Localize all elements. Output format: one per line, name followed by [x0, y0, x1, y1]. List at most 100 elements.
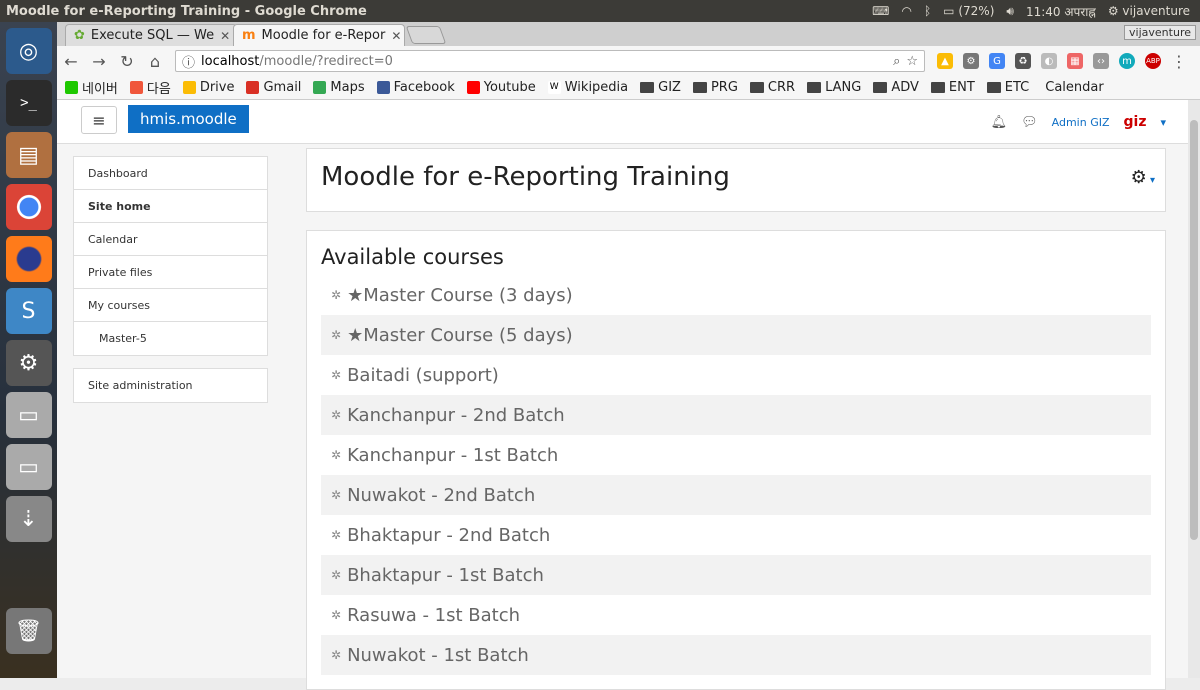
- bookmark-drive[interactable]: Drive: [182, 80, 234, 95]
- close-icon[interactable]: ✕: [391, 29, 401, 43]
- reload-icon[interactable]: ↻: [119, 52, 135, 71]
- bookmark-label: ETC: [1004, 80, 1030, 95]
- clipper-extension-icon[interactable]: ◐: [1041, 53, 1057, 69]
- keyboard-icon[interactable]: ⌨: [872, 4, 889, 18]
- course-item[interactable]: ✲ Nuwakot - 2nd Batch: [321, 475, 1151, 515]
- course-item[interactable]: ✲ ★Master Course (3 days): [321, 275, 1151, 315]
- bookmark-ent[interactable]: ENT: [930, 80, 975, 95]
- bookmark-calendar[interactable]: Calendar: [1041, 80, 1103, 95]
- drive-extension-icon[interactable]: ▲: [937, 53, 953, 69]
- course-icon: ✲: [331, 488, 342, 502]
- nav-item-dashboard[interactable]: Dashboard: [74, 157, 267, 190]
- bookmark-lang[interactable]: LANG: [807, 80, 861, 95]
- forward-arrow-icon[interactable]: →: [91, 52, 107, 71]
- system-settings-icon[interactable]: ⚙: [5, 340, 52, 386]
- course-item[interactable]: ✲ Nuwakot - 1st Batch: [321, 635, 1151, 675]
- course-item[interactable]: ✲ Kanchanpur - 1st Batch: [321, 435, 1151, 475]
- settings-gear-icon: ⚙: [1107, 4, 1119, 18]
- tab-execute-sql[interactable]: ✿ Execute SQL — We ✕: [65, 24, 237, 46]
- close-icon[interactable]: ✕: [220, 29, 230, 43]
- chrome-icon[interactable]: [5, 184, 52, 230]
- nav-item-my-courses[interactable]: My courses: [74, 289, 267, 322]
- address-bar[interactable]: ⓘ localhost/moodle/?redirect=0 ⌕ ☆: [175, 50, 925, 72]
- course-item[interactable]: ✲ Bhaktapur - 2nd Batch: [321, 515, 1151, 555]
- firefox-icon[interactable]: [5, 236, 52, 282]
- simplenote-icon[interactable]: S: [5, 288, 52, 334]
- user-name[interactable]: Admin GIZ: [1052, 116, 1110, 129]
- bookmark-etc[interactable]: ETC: [986, 80, 1030, 95]
- course-link[interactable]: Baitadi (support): [347, 365, 499, 386]
- recycle-extension-icon[interactable]: ♻: [1015, 53, 1031, 69]
- adblock-icon[interactable]: ABP: [1145, 53, 1161, 69]
- nav-item-private-files[interactable]: Private files: [74, 256, 267, 289]
- bookmark-crr[interactable]: CRR: [749, 80, 795, 95]
- course-link[interactable]: Nuwakot - 2nd Batch: [347, 485, 535, 506]
- info-icon[interactable]: ⓘ: [182, 52, 195, 71]
- bookmark--[interactable]: 다음: [129, 78, 171, 97]
- wifi-icon[interactable]: ◠: [901, 4, 911, 18]
- nav-item-master-5[interactable]: Master-5: [74, 322, 267, 355]
- bookmark-gmail[interactable]: Gmail: [246, 80, 301, 95]
- new-tab-button[interactable]: [405, 26, 447, 44]
- page-scrollbar[interactable]: [1188, 100, 1200, 678]
- nav-item-calendar[interactable]: Calendar: [74, 223, 267, 256]
- clock[interactable]: 11:40 अपराह्न: [1026, 3, 1096, 20]
- zoom-icon[interactable]: ⌕: [893, 54, 900, 69]
- battery-indicator[interactable]: ▭ (72%): [943, 4, 994, 18]
- home-icon[interactable]: ⌂: [147, 52, 163, 71]
- bookmark-youtube[interactable]: Youtube: [466, 80, 536, 95]
- course-item[interactable]: ✲ Kanchanpur - 2nd Batch: [321, 395, 1151, 435]
- code-extension-icon[interactable]: ‹›: [1093, 53, 1109, 69]
- bookmark-label: GIZ: [658, 80, 681, 95]
- calendar-extension-icon[interactable]: ▦: [1067, 53, 1083, 69]
- caret-down-icon[interactable]: ▾: [1160, 116, 1166, 129]
- star-icon[interactable]: ☆: [906, 54, 918, 69]
- tab-moodle[interactable]: m Moodle for e-Repor ✕: [233, 24, 405, 46]
- bookmark-giz[interactable]: GIZ: [640, 80, 681, 95]
- course-link[interactable]: Bhaktapur - 2nd Batch: [347, 525, 550, 546]
- usb-icon[interactable]: ⇣: [5, 496, 52, 542]
- bookmark-maps[interactable]: Maps: [313, 80, 365, 95]
- scrollbar-thumb[interactable]: [1190, 120, 1198, 540]
- drive-disk-icon[interactable]: ▭: [5, 444, 52, 490]
- file-cabinet-icon[interactable]: ▤: [5, 132, 52, 178]
- user-avatar[interactable]: giz: [1124, 114, 1147, 130]
- course-item[interactable]: ✲ ★Master Course (5 days): [321, 315, 1151, 355]
- profile-badge[interactable]: vijaventure: [1124, 25, 1196, 40]
- bookmark--[interactable]: 네이버: [65, 78, 118, 97]
- bookmark-prg[interactable]: PRG: [692, 80, 738, 95]
- course-item[interactable]: ✲ Rasuwa - 1st Batch: [321, 595, 1151, 635]
- course-item[interactable]: ✲ Bhaktapur - 1st Batch: [321, 555, 1151, 595]
- terminal-icon[interactable]: >_: [5, 80, 52, 126]
- chat-icon[interactable]: 💬︎: [1021, 115, 1038, 130]
- bell-icon[interactable]: 🔔︎: [991, 115, 1008, 130]
- drive-disk-icon[interactable]: ▭: [5, 392, 52, 438]
- settings-menu[interactable]: ⚙ ▾: [1131, 167, 1155, 188]
- volume-icon[interactable]: 🔊︎: [1006, 4, 1014, 19]
- trash-icon[interactable]: 🗑︎: [5, 608, 52, 654]
- course-link[interactable]: Kanchanpur - 1st Batch: [347, 445, 558, 466]
- course-link[interactable]: ★Master Course (5 days): [347, 325, 573, 346]
- ubuntu-dash-icon[interactable]: ◎: [5, 28, 52, 74]
- menu-kebab-icon[interactable]: ⋮: [1171, 52, 1187, 71]
- folder-icon: [692, 82, 707, 93]
- nav-drawer-toggle[interactable]: ≡: [81, 106, 117, 134]
- translate-extension-icon[interactable]: G: [989, 53, 1005, 69]
- course-link[interactable]: ★Master Course (3 days): [347, 285, 573, 306]
- site-brand-link[interactable]: hmis.moodle: [128, 105, 249, 133]
- session-menu[interactable]: ⚙ vijaventure: [1108, 4, 1190, 18]
- bluetooth-icon[interactable]: ᛒ: [924, 4, 931, 18]
- course-link[interactable]: Nuwakot - 1st Batch: [347, 645, 529, 666]
- bookmark-wikipedia[interactable]: W Wikipedia: [547, 80, 628, 95]
- course-link[interactable]: Bhaktapur - 1st Batch: [347, 565, 544, 586]
- course-item[interactable]: ✲ Baitadi (support): [321, 355, 1151, 395]
- bookmark-facebook[interactable]: Facebook: [376, 80, 455, 95]
- course-link[interactable]: Rasuwa - 1st Batch: [347, 605, 520, 626]
- bookmark-adv[interactable]: ADV: [873, 80, 919, 95]
- back-arrow-icon[interactable]: ←: [63, 52, 79, 71]
- nav-item-site-home[interactable]: Site home: [74, 190, 267, 223]
- m-extension-icon[interactable]: m: [1119, 53, 1135, 69]
- course-link[interactable]: Kanchanpur - 2nd Batch: [347, 405, 565, 426]
- nav-item-site-administration[interactable]: Site administration: [74, 369, 267, 402]
- settings-extension-icon[interactable]: ⚙: [963, 53, 979, 69]
